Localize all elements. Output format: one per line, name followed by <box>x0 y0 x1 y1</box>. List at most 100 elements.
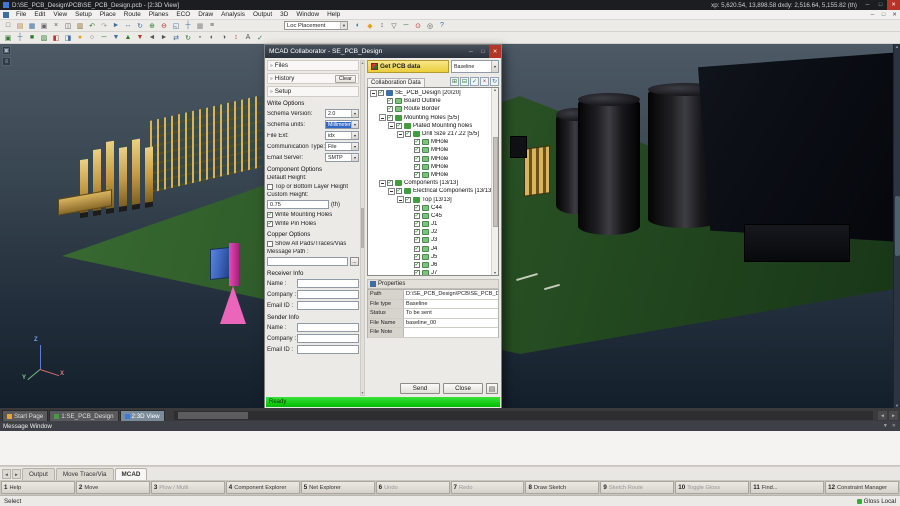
option-combobox[interactable]: idx ▼ <box>325 131 359 140</box>
custom-height-input[interactable] <box>267 200 329 209</box>
tree-checkbox[interactable] <box>414 205 420 211</box>
maximize-icon[interactable]: □ <box>874 0 887 10</box>
scroll-up-icon[interactable]: ▲ <box>361 61 364 65</box>
setup-panel-scrollbar[interactable]: ▲ ▼ <box>360 60 365 396</box>
menu-item[interactable]: Place <box>96 10 120 19</box>
accordion-setup[interactable]: » Setup <box>267 86 359 97</box>
panel-tab[interactable]: Output <box>22 468 55 480</box>
tree-expander-icon[interactable] <box>406 229 413 236</box>
options-icon[interactable]: ◎ <box>425 21 436 31</box>
tree-expander-icon[interactable] <box>406 147 413 154</box>
dimension-icon[interactable]: ↕ <box>231 33 242 43</box>
contrast-icon[interactable]: ◑ <box>219 33 230 43</box>
tree-item[interactable]: J6 <box>368 261 491 269</box>
lock-icon[interactable]: ▪ <box>195 33 206 43</box>
dialog-maximize-icon[interactable]: □ <box>477 45 489 58</box>
tree-item[interactable]: Mounting Holes [5/5] <box>368 114 491 122</box>
tree-item[interactable]: C44 <box>368 204 491 212</box>
tree-item[interactable]: Drill Size 217.22 [5/5] <box>368 130 491 138</box>
menu-item[interactable]: 3D <box>276 10 292 19</box>
tab-scroll-left-icon[interactable]: ◄ <box>2 469 11 479</box>
option-combobox[interactable]: Millimeters ▼ <box>325 120 359 129</box>
clear-history-button[interactable]: Clear <box>335 75 356 83</box>
next-icon[interactable]: ► <box>159 33 170 43</box>
tree-checkbox[interactable] <box>396 123 402 129</box>
get-pcb-data-button[interactable]: Get PCB data <box>367 60 449 73</box>
mdi-restore-icon[interactable]: □ <box>878 12 889 18</box>
tree-checkbox[interactable] <box>414 229 420 235</box>
net-icon[interactable]: ─ <box>401 21 412 31</box>
browse-button[interactable]: ... <box>350 257 359 266</box>
tree-expander-icon[interactable] <box>406 163 413 170</box>
sender-email-input[interactable] <box>297 345 359 354</box>
scroll-up-icon[interactable]: ▲ <box>493 88 496 92</box>
scroll-up-icon[interactable]: ▲ <box>895 44 899 49</box>
route-icon[interactable]: ┼ <box>15 33 26 43</box>
tree-expander-icon[interactable] <box>406 171 413 178</box>
option-checkbox[interactable] <box>267 221 273 227</box>
cut-icon[interactable]: × <box>51 21 62 31</box>
tree-item[interactable]: J7 <box>368 269 491 275</box>
view-tab[interactable]: Start Page <box>2 410 48 421</box>
menu-item[interactable]: Draw <box>194 10 217 19</box>
panel-close-icon[interactable]: ✕ <box>892 423 896 429</box>
hole-icon[interactable]: ○ <box>87 33 98 43</box>
tree-item[interactable]: J2 <box>368 228 491 236</box>
tree-checkbox[interactable] <box>387 98 393 104</box>
print-icon[interactable]: ▣ <box>39 21 50 31</box>
via-icon[interactable]: ⊙ <box>413 21 424 31</box>
accordion-history[interactable]: » History Clear <box>267 73 359 84</box>
save-icon[interactable]: ▦ <box>27 21 38 31</box>
prev-icon[interactable]: ◄ <box>147 33 158 43</box>
menu-item[interactable]: Help <box>323 10 344 19</box>
pan-icon[interactable]: ┼ <box>183 21 194 31</box>
function-key-button[interactable]: 7 Redo <box>451 481 525 494</box>
zoom-in-icon[interactable]: ⊕ <box>147 21 158 31</box>
mdi-close-icon[interactable]: ✕ <box>889 12 900 18</box>
tree-expander-icon[interactable] <box>406 155 413 162</box>
properties-header[interactable]: Properties <box>367 279 499 289</box>
tree-checkbox[interactable] <box>414 221 420 227</box>
option-combobox[interactable]: File ▼ <box>325 142 359 151</box>
message-window-content[interactable] <box>0 431 900 466</box>
show-all-pads-checkbox[interactable] <box>267 241 273 247</box>
expand-all-icon[interactable]: ⊞ <box>450 77 459 86</box>
filter-icon[interactable]: ▽ <box>389 21 400 31</box>
refresh-tree-icon[interactable]: ↻ <box>490 77 499 86</box>
accordion-files[interactable]: » Files <box>267 60 359 71</box>
display-control-icon[interactable]: ◐ <box>353 21 364 31</box>
dialog-titlebar[interactable]: MCAD Collaborator - SE_PCB_Design ─ □ ✕ <box>265 45 501 58</box>
baseline-combobox[interactable]: Baseline ▼ <box>451 60 499 73</box>
chevron-down-icon[interactable]: ▼ <box>351 121 358 128</box>
function-key-button[interactable]: 12 Constraint Manager <box>825 481 899 494</box>
panel-menu-icon[interactable]: ▼ <box>883 423 888 429</box>
refresh-icon[interactable]: ↻ <box>183 33 194 43</box>
tree-item[interactable]: Top [13/13] <box>368 195 491 203</box>
layer-up-icon[interactable]: ▲ <box>123 33 134 43</box>
uncheck-all-icon[interactable]: × <box>480 77 489 86</box>
copy-icon[interactable]: ◫ <box>63 21 74 31</box>
tree-item[interactable]: J3 <box>368 236 491 244</box>
tree-checkbox[interactable] <box>405 197 411 203</box>
tree-checkbox[interactable] <box>414 139 420 145</box>
tree-expander-icon[interactable] <box>406 221 413 228</box>
tree-checkbox[interactable] <box>414 147 420 153</box>
sender-company-input[interactable] <box>297 334 359 343</box>
rotate-mode-icon[interactable]: ↻ <box>135 21 146 31</box>
menu-item[interactable]: View <box>49 10 71 19</box>
minimize-icon[interactable]: ─ <box>861 0 874 10</box>
tree-checkbox[interactable] <box>414 156 420 162</box>
zoom-fit-icon[interactable]: ◱ <box>171 21 182 31</box>
scroll-right-icon[interactable]: ► <box>889 411 898 420</box>
pour-icon[interactable]: ▨ <box>39 33 50 43</box>
function-key-button[interactable]: 1 Help <box>1 481 75 494</box>
top-bottom-height-checkbox[interactable] <box>267 184 273 190</box>
tree-item[interactable]: Route Border <box>368 105 491 113</box>
print-icon[interactable]: ▤ <box>486 383 498 394</box>
tree-expander-icon[interactable] <box>379 180 386 187</box>
tree-item[interactable]: MHole <box>368 138 491 146</box>
tree-checkbox[interactable] <box>387 115 393 121</box>
tree-expander-icon[interactable] <box>370 90 377 97</box>
tree-expander-icon[interactable] <box>379 98 386 105</box>
tree-expander-icon[interactable] <box>406 253 413 260</box>
